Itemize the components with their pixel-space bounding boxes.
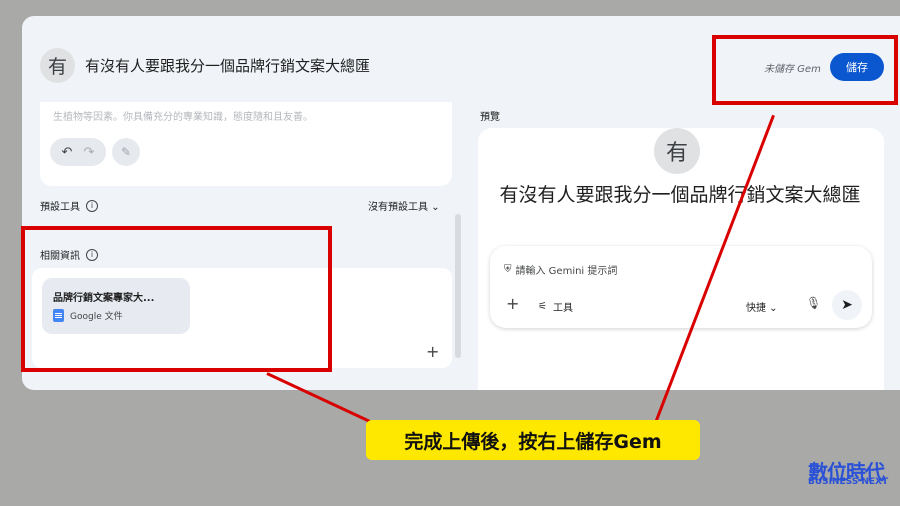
preview-avatar: 有: [654, 128, 700, 174]
gem-avatar: 有: [40, 48, 75, 83]
instructions-text[interactable]: 生植物等因素。你具備充分的專業知識，態度隨和且友善。: [53, 108, 313, 123]
redo-icon[interactable]: ↷: [84, 145, 95, 160]
prompt-placeholder: 請輸入 Gemini 提示詞: [515, 266, 618, 277]
microphone-icon[interactable]: 🎙: [806, 296, 821, 310]
prompt-composer[interactable]: ⛨ 請輸入 Gemini 提示詞 + ⚟ 工具 快捷 ⌄ 🎙 ➤: [490, 246, 872, 328]
annotation-box-related: [21, 226, 332, 372]
shield-icon: ⛨: [504, 264, 512, 275]
scrollbar-thumb[interactable]: [455, 214, 461, 358]
chevron-down-icon: ⌄: [431, 202, 440, 213]
mode-selector[interactable]: 快捷 ⌄: [746, 299, 778, 314]
default-tools-heading: 預設工具 i: [40, 198, 98, 213]
send-button[interactable]: ➤: [832, 290, 862, 320]
prompt-input[interactable]: ⛨ 請輸入 Gemini 提示詞: [504, 262, 617, 277]
sliders-icon: ⚟: [538, 301, 547, 312]
add-file-button[interactable]: +: [426, 342, 439, 361]
instructions-panel[interactable]: 生植物等因素。你具備充分的專業知識，態度隨和且友善。 ↶ ↷ ✎: [40, 102, 452, 186]
gem-name-field[interactable]: 有沒有人要跟我分一個品牌行銷文案大總匯: [85, 55, 370, 76]
undo-icon[interactable]: ↶: [62, 145, 73, 160]
magic-wand-icon[interactable]: ✎: [112, 138, 140, 166]
undo-redo-group: ↶ ↷: [50, 138, 106, 166]
default-tools-label: 預設工具: [40, 202, 80, 213]
tools-button[interactable]: ⚟ 工具: [538, 299, 573, 314]
default-tools-dropdown[interactable]: 沒有預設工具 ⌄: [368, 198, 440, 213]
preview-title: 有沒有人要跟我分一個品牌行銷文案大總匯: [499, 184, 861, 206]
default-tools-value: 沒有預設工具: [368, 202, 428, 213]
preview-heading: 預覽: [480, 112, 500, 123]
annotation-box-save: [712, 35, 898, 105]
publisher-logo-subtitle: BUSINESS NEXT: [808, 477, 889, 487]
info-icon[interactable]: i: [86, 199, 98, 212]
tools-label: 工具: [552, 303, 573, 314]
callout-label: 完成上傳後，按右上儲存Gem: [366, 420, 700, 460]
add-attachment-button[interactable]: +: [506, 294, 519, 313]
